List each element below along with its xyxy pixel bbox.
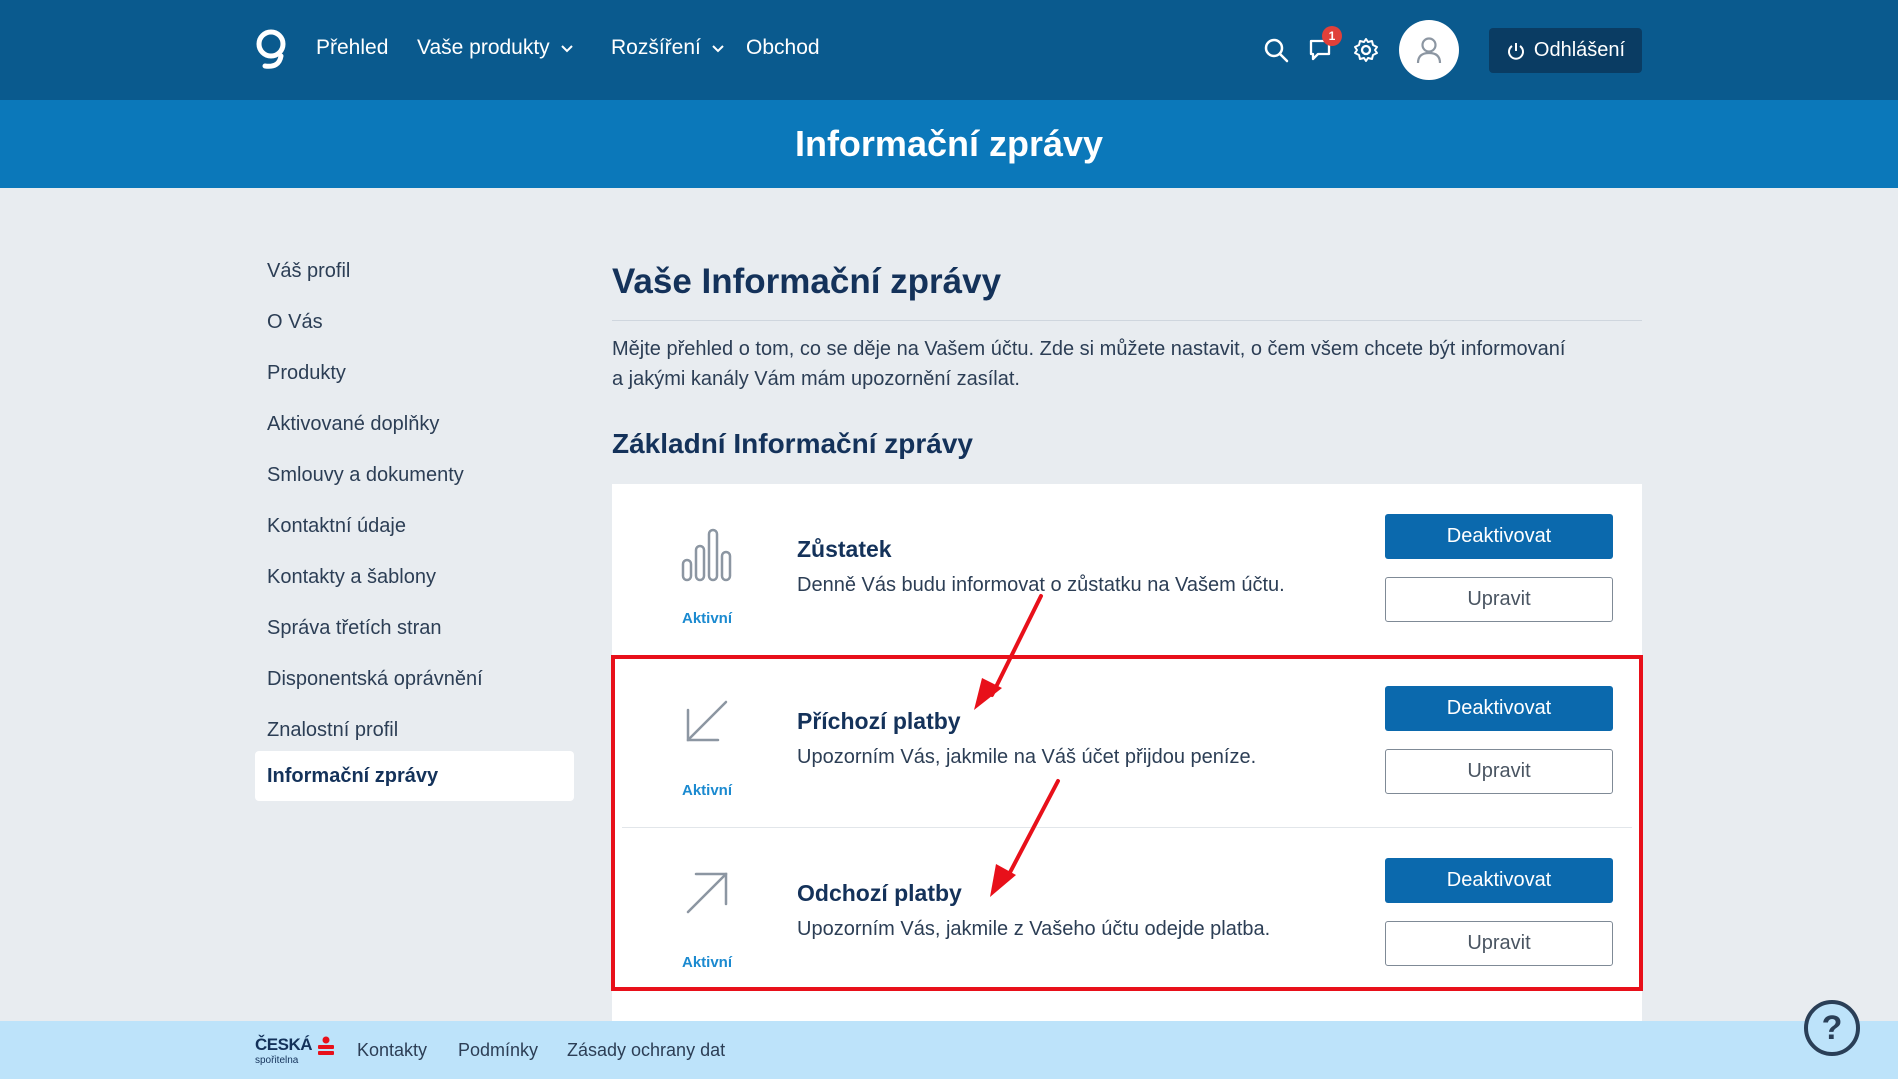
- deactivate-button[interactable]: Deaktivovat: [1385, 686, 1613, 731]
- avatar[interactable]: [1399, 20, 1459, 80]
- sidebar-item-label: Kontakty a šablony: [267, 565, 436, 588]
- nav-item-prehled[interactable]: Přehled: [316, 36, 388, 60]
- brand-mark-icon: [318, 1036, 334, 1055]
- nav-item-rozsireni[interactable]: Rozšíření: [611, 36, 725, 60]
- notification-icon-wrap: [672, 696, 742, 756]
- edit-button[interactable]: Upravit: [1385, 749, 1613, 794]
- page-title: Informační zprávy: [794, 123, 1104, 164]
- sidebar-item-kontaktni-udaje[interactable]: Kontaktní údaje: [255, 501, 574, 551]
- status-badge: Aktivní: [681, 610, 732, 627]
- sidebar-item-produkty[interactable]: Produkty: [255, 348, 574, 398]
- divider: [612, 320, 1642, 321]
- notifications-card: Aktivní Zůstatek Denně Vás budu informov…: [612, 484, 1642, 1024]
- footer-link-kontakty[interactable]: Kontakty: [357, 1040, 427, 1061]
- logout-button[interactable]: Odhlášení: [1489, 28, 1642, 73]
- help-icon: ?: [1821, 1008, 1843, 1047]
- logout-label: Odhlášení: [1533, 39, 1626, 61]
- status-badge: Aktivní: [681, 782, 732, 799]
- arrow-down-left-icon: [686, 700, 728, 742]
- nav-item-label: Obchod: [746, 36, 820, 59]
- sidebar-item-sprava-tretich-stran[interactable]: Správa třetích stran: [255, 603, 574, 653]
- nav-item-label: Vaše produkty: [417, 36, 550, 59]
- sidebar-item-label: O Vás: [267, 310, 323, 333]
- status-badge: Aktivní: [681, 954, 732, 971]
- sidebar-item-aktivovane-doplnky[interactable]: Aktivované doplňky: [255, 399, 574, 449]
- sidebar-item-smlouvy[interactable]: Smlouvy a dokumenty: [255, 450, 574, 500]
- notification-description: Upozorním Vás, jakmile na Váš účet přijd…: [797, 746, 1257, 768]
- footer: ČESKÁ spořitelna Kontakty Podmínky Zásad…: [0, 1021, 1898, 1079]
- nav-item-vase-produkty[interactable]: Vaše produkty: [417, 36, 574, 60]
- user-icon: [1416, 37, 1442, 64]
- section-heading: Vaše Informační zprávy: [612, 262, 1002, 301]
- chevron-down-icon: [712, 45, 724, 53]
- intro-line: Mějte přehled o tom, co se děje na Vašem…: [612, 338, 1566, 360]
- brand-line1: ČESKÁ: [255, 1035, 313, 1054]
- sidebar-item-label: Informační zprávy: [267, 764, 439, 787]
- deactivate-button[interactable]: Deaktivovat: [1385, 514, 1613, 559]
- page-title-band: Informační zprávy: [0, 100, 1898, 188]
- search-icon[interactable]: [1262, 36, 1290, 64]
- brand-line2: spořitelna: [255, 1055, 299, 1066]
- gear-icon[interactable]: [1352, 36, 1380, 64]
- sidebar-item-label: Disponentská oprávnění: [267, 667, 483, 690]
- intro-line: a jakými kanály Vám mám upozornění zasíl…: [612, 368, 1020, 390]
- notification-icon-wrap: [672, 524, 742, 584]
- nav-item-obchod[interactable]: Obchod: [746, 36, 820, 60]
- footer-link-podminky[interactable]: Podmínky: [458, 1040, 538, 1061]
- notification-row-odchozi-platby: Aktivní Odchozí platby Upozorním Vás, ja…: [612, 828, 1642, 999]
- nav-item-label: Přehled: [316, 36, 389, 59]
- sidebar-item-o-vas[interactable]: O Vás: [255, 297, 574, 347]
- sidebar-item-informacni-zpravy[interactable]: Informační zprávy: [255, 751, 574, 801]
- sidebar-item-disponentska-opravneni[interactable]: Disponentská oprávnění: [255, 654, 574, 704]
- help-button[interactable]: ?: [1804, 1000, 1860, 1056]
- sidebar-item-label: Znalostní profil: [267, 718, 399, 741]
- edit-button[interactable]: Upravit: [1385, 577, 1613, 622]
- chevron-down-icon: [560, 45, 573, 53]
- top-navigation-bar: Přehled Vaše produkty Rozšíření Obchod 1…: [0, 0, 1898, 100]
- notification-description: Upozorním Vás, jakmile z Vašeho účtu ode…: [797, 918, 1271, 940]
- notification-title: Zůstatek: [797, 536, 892, 562]
- intro-text: Mějte přehled o tom, co se děje na Vašem…: [612, 334, 1642, 394]
- ceska-sporitelna-logo[interactable]: ČESKÁ spořitelna: [255, 1035, 335, 1067]
- deactivate-button[interactable]: Deaktivovat: [1385, 858, 1613, 903]
- sidebar-item-vas-profil[interactable]: Váš profil: [255, 246, 574, 296]
- notification-title: Příchozí platby: [797, 708, 961, 734]
- footer-link-zasady-ochrany-dat[interactable]: Zásady ochrany dat: [567, 1040, 725, 1061]
- sidebar-item-label: Produkty: [267, 361, 346, 384]
- notification-row-zustatek: Aktivní Zůstatek Denně Vás budu informov…: [612, 484, 1642, 655]
- notification-icon-wrap: [672, 868, 742, 928]
- sidebar-item-znalostni-profil[interactable]: Znalostní profil: [255, 705, 574, 755]
- sidebar-item-kontakty-sablony[interactable]: Kontakty a šablony: [255, 552, 574, 602]
- sidebar-item-label: Aktivované doplňky: [267, 412, 440, 435]
- power-icon: [1507, 42, 1524, 60]
- edit-button[interactable]: Upravit: [1385, 921, 1613, 966]
- sidebar-item-label: Správa třetích stran: [267, 616, 442, 639]
- bar-chart-icon: [681, 528, 732, 582]
- subsection-heading: Základní Informační zprávy: [612, 428, 973, 459]
- nav-item-label: Rozšíření: [611, 36, 701, 59]
- notification-row-prichozi-platby: Aktivní Příchozí platby Upozorním Vás, j…: [612, 656, 1642, 827]
- notification-title: Odchozí platby: [797, 880, 962, 906]
- sidebar-item-label: Smlouvy a dokumenty: [267, 463, 464, 486]
- george-logo-icon[interactable]: [251, 26, 291, 76]
- notification-badge: 1: [1322, 26, 1342, 46]
- arrow-up-right-icon: [686, 872, 728, 914]
- sidebar-item-label: Váš profil: [267, 259, 351, 282]
- sidebar-item-label: Kontaktní údaje: [267, 514, 406, 537]
- main-content: Vaše Informační zprávy: [612, 262, 1642, 302]
- notification-description: Denně Vás budu informovat o zůstatku na …: [797, 574, 1285, 596]
